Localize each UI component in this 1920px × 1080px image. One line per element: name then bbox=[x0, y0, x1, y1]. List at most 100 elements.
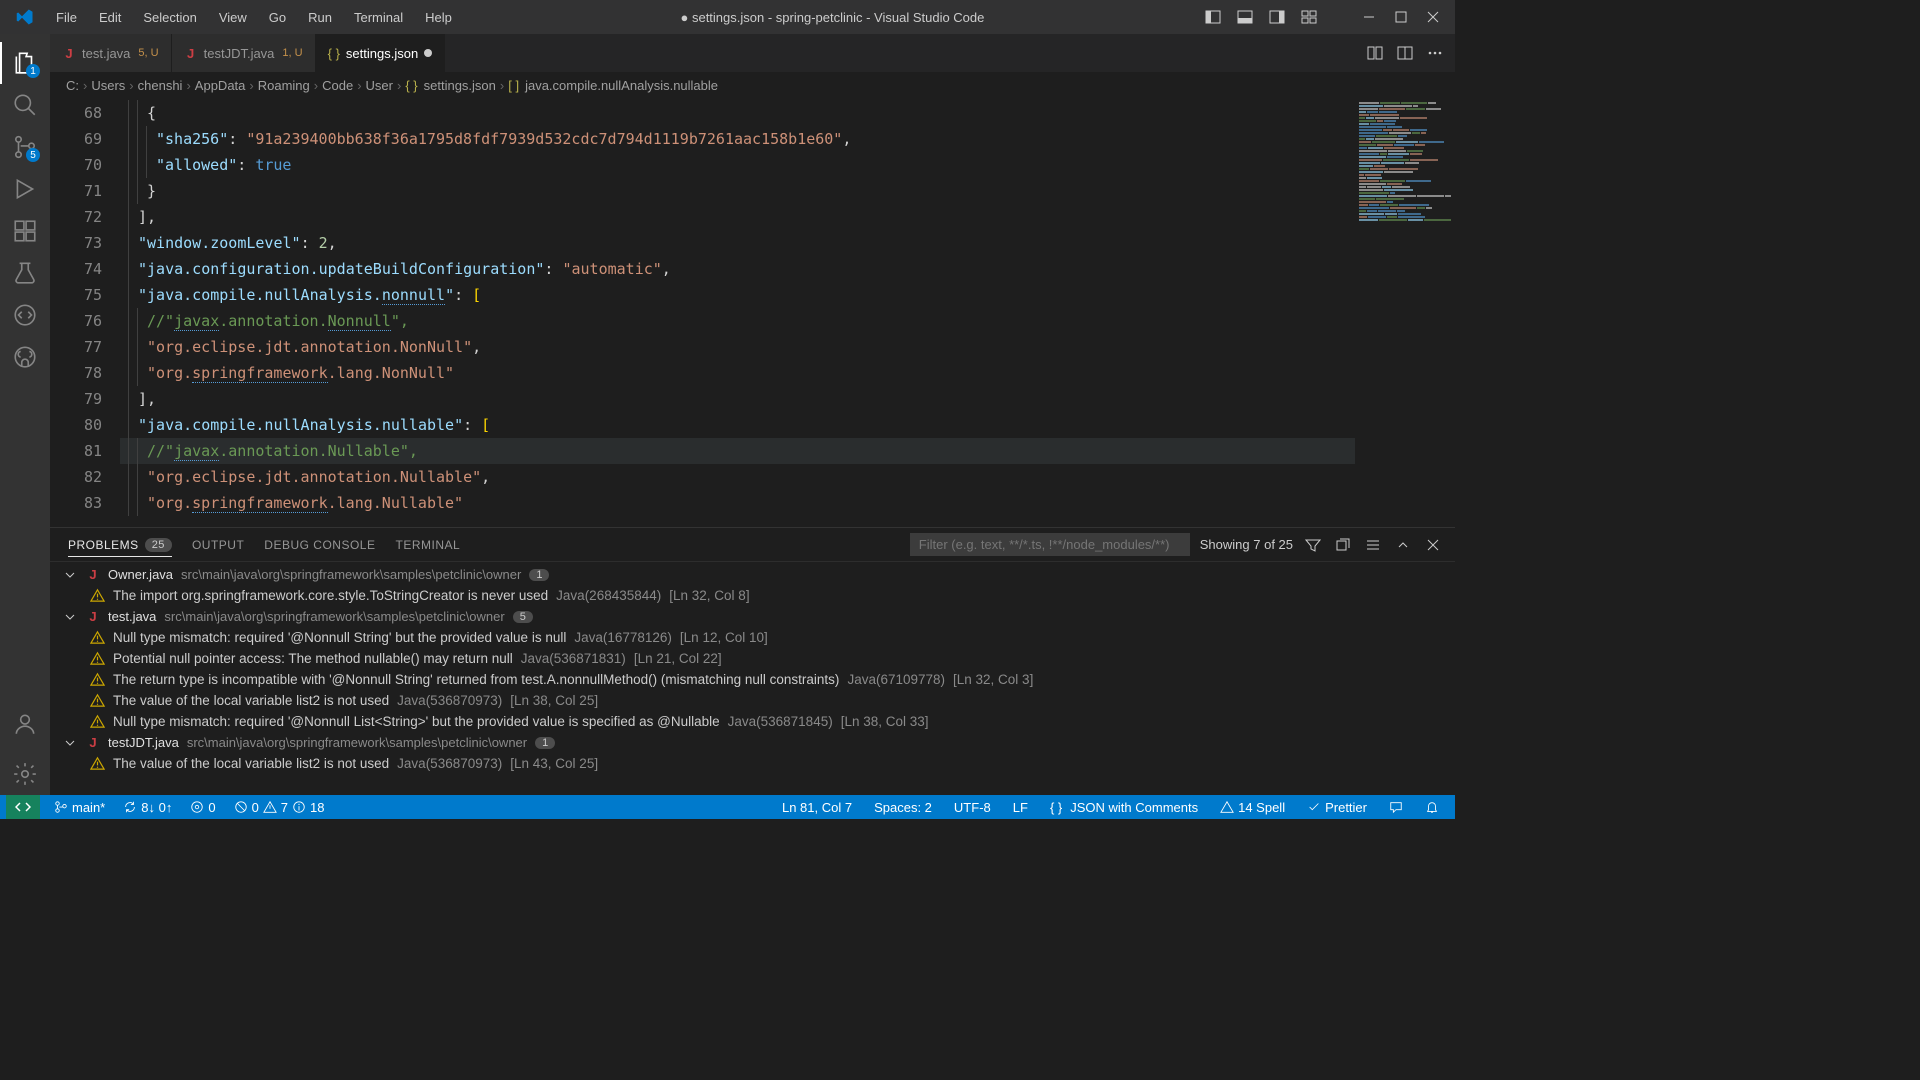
status-prettier[interactable]: Prettier bbox=[1303, 800, 1371, 815]
menu-file[interactable]: File bbox=[46, 6, 87, 29]
breadcrumb-item[interactable]: User bbox=[366, 78, 393, 93]
menu-go[interactable]: Go bbox=[259, 6, 296, 29]
remote-explorer-icon[interactable] bbox=[0, 294, 50, 336]
breadcrumb-item[interactable]: Users bbox=[91, 78, 125, 93]
minimize-icon[interactable] bbox=[1359, 7, 1379, 27]
accounts-icon[interactable] bbox=[0, 703, 50, 745]
status-bell-icon[interactable] bbox=[1421, 800, 1443, 814]
status-problems[interactable]: 0 7 18 bbox=[230, 800, 329, 815]
code-line[interactable]: "allowed": true bbox=[120, 152, 1355, 178]
close-icon[interactable] bbox=[1423, 7, 1443, 27]
layout-customize-icon[interactable] bbox=[1299, 7, 1319, 27]
problem-item[interactable]: Potential null pointer access: The metho… bbox=[50, 648, 1455, 669]
panel-tab-debug-console[interactable]: DEBUG CONSOLE bbox=[264, 534, 375, 556]
code-line[interactable]: "java.compile.nullAnalysis.nonnull": [ bbox=[120, 282, 1355, 308]
layout-bottom-icon[interactable] bbox=[1235, 7, 1255, 27]
problem-item[interactable]: The return type is incompatible with '@N… bbox=[50, 669, 1455, 690]
editor[interactable]: 68697071727374757677787980818283 {"sha25… bbox=[50, 98, 1455, 527]
filter-icon[interactable] bbox=[1303, 535, 1323, 555]
testing-icon[interactable] bbox=[0, 252, 50, 294]
breadcrumb-item[interactable]: { }settings.json bbox=[405, 78, 496, 93]
menu-terminal[interactable]: Terminal bbox=[344, 6, 413, 29]
code-line[interactable]: "java.configuration.updateBuildConfigura… bbox=[120, 256, 1355, 282]
problem-code: Java(67109778) bbox=[847, 672, 945, 687]
problem-file-row[interactable]: JtestJDT.javasrc\main\java\org\springfra… bbox=[50, 732, 1455, 753]
maximize-icon[interactable] bbox=[1391, 7, 1411, 27]
code-line[interactable]: //"javax.annotation.Nonnull", bbox=[120, 308, 1355, 334]
tab-settings-json[interactable]: { }settings.json bbox=[316, 34, 446, 72]
panel-tab-output[interactable]: OUTPUT bbox=[192, 534, 244, 556]
breadcrumb-item[interactable]: chenshi bbox=[138, 78, 183, 93]
code-line[interactable]: ], bbox=[120, 386, 1355, 412]
tab-test-java[interactable]: Jtest.java5, U bbox=[50, 34, 172, 72]
problem-file-row[interactable]: JOwner.javasrc\main\java\org\springframe… bbox=[50, 564, 1455, 585]
menu-view[interactable]: View bbox=[209, 6, 257, 29]
problem-file-row[interactable]: Jtest.javasrc\main\java\org\springframew… bbox=[50, 606, 1455, 627]
tab-testJDT-java[interactable]: JtestJDT.java1, U bbox=[172, 34, 316, 72]
status-spell[interactable]: 14 Spell bbox=[1216, 800, 1289, 815]
breadcrumb-item[interactable]: [ ]java.compile.nullAnalysis.nullable bbox=[508, 78, 718, 93]
problem-message: The import org.springframework.core.styl… bbox=[113, 588, 548, 603]
view-as-list-icon[interactable] bbox=[1363, 535, 1383, 555]
gear-icon[interactable] bbox=[0, 753, 50, 795]
code-line[interactable]: "org.eclipse.jdt.annotation.NonNull", bbox=[120, 334, 1355, 360]
code-content[interactable]: {"sha256": "91a239400bb638f36a1795d8fdf7… bbox=[120, 98, 1355, 527]
collapse-all-icon[interactable] bbox=[1333, 535, 1353, 555]
problem-item[interactable]: Null type mismatch: required '@Nonnull S… bbox=[50, 627, 1455, 648]
problem-item[interactable]: The import org.springframework.core.styl… bbox=[50, 585, 1455, 606]
menu-selection[interactable]: Selection bbox=[133, 6, 206, 29]
more-icon[interactable] bbox=[1425, 43, 1445, 63]
status-ports[interactable]: 0 bbox=[186, 800, 219, 815]
problem-item[interactable]: The value of the local variable list2 is… bbox=[50, 690, 1455, 711]
breadcrumb-item[interactable]: Code bbox=[322, 78, 353, 93]
menu-edit[interactable]: Edit bbox=[89, 6, 131, 29]
layout-left-icon[interactable] bbox=[1203, 7, 1223, 27]
source-control-icon[interactable]: 5 bbox=[0, 126, 50, 168]
status-indent[interactable]: Spaces: 2 bbox=[870, 800, 936, 815]
status-language[interactable]: { }JSON with Comments bbox=[1046, 800, 1202, 815]
code-line[interactable]: "org.eclipse.jdt.annotation.Nullable", bbox=[120, 464, 1355, 490]
minimap[interactable] bbox=[1355, 98, 1455, 527]
run-debug-icon[interactable] bbox=[0, 168, 50, 210]
problem-item[interactable]: Null type mismatch: required '@Nonnull L… bbox=[50, 711, 1455, 732]
status-cursor[interactable]: Ln 81, Col 7 bbox=[778, 800, 856, 815]
remote-indicator-icon[interactable] bbox=[6, 795, 40, 819]
problem-count-badge: 5 bbox=[513, 611, 533, 623]
panel-tab-terminal[interactable]: TERMINAL bbox=[395, 534, 460, 556]
code-line[interactable]: { bbox=[120, 100, 1355, 126]
problem-item[interactable]: The value of the local variable list2 is… bbox=[50, 753, 1455, 774]
status-eol[interactable]: LF bbox=[1009, 800, 1032, 815]
breadcrumb-item[interactable]: Roaming bbox=[258, 78, 310, 93]
tab-bar: Jtest.java5, UJtestJDT.java1, U{ }settin… bbox=[50, 34, 1455, 72]
code-line[interactable]: "sha256": "91a239400bb638f36a1795d8fdf79… bbox=[120, 126, 1355, 152]
menu-run[interactable]: Run bbox=[298, 6, 342, 29]
github-icon[interactable] bbox=[0, 336, 50, 378]
split-editor-icon[interactable] bbox=[1395, 43, 1415, 63]
code-line[interactable]: ], bbox=[120, 204, 1355, 230]
status-branch[interactable]: main* bbox=[50, 800, 109, 815]
layout-right-icon[interactable] bbox=[1267, 7, 1287, 27]
search-icon[interactable] bbox=[0, 84, 50, 126]
breadcrumb-item[interactable]: AppData bbox=[195, 78, 246, 93]
status-feedback-icon[interactable] bbox=[1385, 800, 1407, 814]
close-panel-icon[interactable] bbox=[1423, 535, 1443, 555]
code-line[interactable]: "window.zoomLevel": 2, bbox=[120, 230, 1355, 256]
panel-tab-problems[interactable]: PROBLEMS25 bbox=[68, 534, 172, 557]
problem-count-badge: 1 bbox=[529, 569, 549, 581]
status-encoding[interactable]: UTF-8 bbox=[950, 800, 995, 815]
code-line[interactable]: "java.compile.nullAnalysis.nullable": [ bbox=[120, 412, 1355, 438]
menu-help[interactable]: Help bbox=[415, 6, 462, 29]
breadcrumb-item[interactable]: C: bbox=[66, 78, 79, 93]
extensions-icon[interactable] bbox=[0, 210, 50, 252]
breadcrumb[interactable]: C:›Users›chenshi›AppData›Roaming›Code›Us… bbox=[50, 72, 1455, 98]
code-line[interactable]: "org.springframework.lang.NonNull" bbox=[120, 360, 1355, 386]
code-line[interactable]: //"javax.annotation.Nullable", bbox=[120, 438, 1355, 464]
problems-filter-input[interactable] bbox=[910, 533, 1190, 556]
code-line[interactable]: "org.springframework.lang.Nullable" bbox=[120, 490, 1355, 516]
explorer-icon[interactable]: 1 bbox=[0, 42, 50, 84]
compare-icon[interactable] bbox=[1365, 43, 1385, 63]
maximize-panel-icon[interactable] bbox=[1393, 535, 1413, 555]
problems-list[interactable]: JOwner.javasrc\main\java\org\springframe… bbox=[50, 562, 1455, 795]
status-sync[interactable]: 8↓ 0↑ bbox=[119, 800, 176, 815]
code-line[interactable]: } bbox=[120, 178, 1355, 204]
